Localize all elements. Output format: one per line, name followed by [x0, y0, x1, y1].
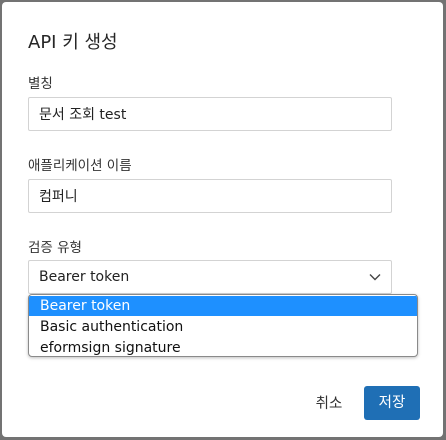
alias-label: 별칭 [28, 76, 53, 92]
auth-type-dropdown-list: Bearer token Basic authentication eforms… [28, 294, 418, 357]
option-bearer-token[interactable]: Bearer token [29, 296, 417, 316]
application-name-label: 애플리케이션 이름 [28, 158, 132, 174]
option-eformsign-signature[interactable]: eformsign signature [29, 338, 417, 356]
auth-type-label: 검증 유형 [28, 240, 82, 256]
application-name-input[interactable] [28, 179, 392, 213]
auth-type-select[interactable]: Bearer token [28, 260, 392, 294]
option-basic-authentication[interactable]: Basic authentication [29, 317, 417, 337]
cancel-button[interactable]: 취소 [306, 388, 352, 420]
auth-type-selected-value: Bearer token [39, 269, 130, 285]
chevron-down-icon [369, 274, 381, 281]
save-button[interactable]: 저장 [364, 386, 420, 420]
alias-input[interactable] [28, 97, 392, 131]
dialog-title: API 키 생성 [28, 32, 118, 53]
create-api-key-dialog: API 키 생성 별칭 애플리케이션 이름 검증 유형 Bearer token… [2, 2, 443, 437]
